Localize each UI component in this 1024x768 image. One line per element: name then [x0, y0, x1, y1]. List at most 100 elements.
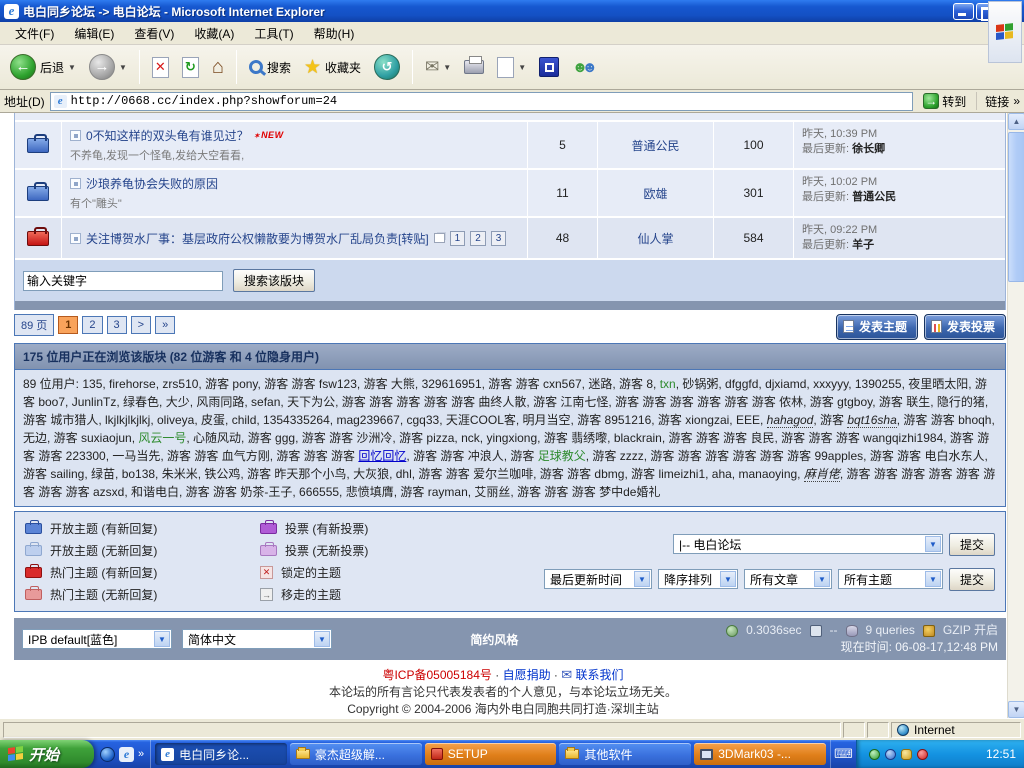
scroll-down-button[interactable]: ▼	[1008, 701, 1024, 718]
go-button[interactable]: → 转到	[918, 92, 971, 111]
setup-task-icon	[431, 748, 443, 760]
dropdown-arrow-icon: ▼	[814, 571, 830, 587]
print-button[interactable]	[460, 58, 488, 76]
security-tray-icon[interactable]	[901, 749, 912, 760]
sort-submit-button[interactable]: 提交	[949, 568, 995, 591]
ie-quicklaunch-icon[interactable]: e	[119, 747, 134, 762]
topic-page-link[interactable]: 2	[470, 231, 486, 246]
new-topic-icon	[843, 320, 854, 333]
messenger-tray-icon[interactable]	[885, 749, 896, 760]
topic-starter-link[interactable]: 普通公民	[631, 137, 679, 154]
task-folder-window[interactable]: 豪杰超级解...	[290, 743, 422, 765]
vertical-scrollbar[interactable]: ▲ ▼	[1007, 113, 1024, 718]
edit-button[interactable]: ▼	[493, 55, 530, 80]
table-bottom-bar	[15, 301, 1005, 310]
replies-count: 48	[527, 218, 597, 258]
menu-favorites[interactable]: 收藏(A)	[185, 22, 243, 45]
task-3dmark-window[interactable]: 3DMark03 -...	[694, 743, 826, 765]
menu-view[interactable]: 查看(V)	[125, 22, 183, 45]
page-content: 0不知这样的双头龟有谁见过？ NEW 不养龟,发现一个怪龟,发给大空看看, 5 …	[0, 113, 1024, 718]
mail-button[interactable]: ✉ ▼	[421, 55, 455, 79]
last-poster-link[interactable]: 徐长卿	[852, 143, 885, 155]
quicklaunch-chevron-icon[interactable]: »	[138, 748, 144, 760]
last-post-jump-icon[interactable]	[70, 178, 81, 189]
topic-page-link[interactable]: 3	[491, 231, 507, 246]
last-post-jump-icon[interactable]	[70, 130, 81, 141]
links-bar[interactable]: 链接 »	[976, 92, 1020, 110]
topic-starter-link[interactable]: 欧雄	[643, 185, 667, 202]
member-link[interactable]: hahagod	[767, 413, 814, 428]
topic-filter-select[interactable]: 所有主题▼	[838, 569, 943, 589]
sort-order-select[interactable]: 降序排列▼	[658, 569, 738, 589]
page-last[interactable]: »	[155, 316, 175, 334]
active-users-header: 175 位用户正在浏览该版块 (82 位游客 和 4 位隐身用户)	[15, 344, 1005, 370]
forum-jump-select[interactable]: |-- 电白论坛▼	[673, 534, 943, 554]
last-post-jump-icon[interactable]	[70, 233, 81, 244]
topic-title-link[interactable]: 关注博贺水厂事：基层政府公权懒散要为博贺水厂乱局负责[转贴]	[86, 230, 429, 247]
internet-zone-icon	[897, 724, 909, 736]
app-shortcut-button[interactable]	[535, 55, 563, 79]
last-poster-link[interactable]: 普通公民	[852, 191, 896, 203]
back-button[interactable]: ← 后退 ▼	[6, 52, 80, 82]
network-tray-icon[interactable]	[869, 749, 880, 760]
favorites-button[interactable]: ★ 收藏夹	[300, 54, 365, 81]
task-forum-window[interactable]: e电白同乡论...	[155, 743, 287, 765]
back-dropdown-icon[interactable]: ▼	[68, 63, 76, 72]
menu-file[interactable]: 文件(F)	[6, 22, 63, 45]
new-poll-button[interactable]: 发表投票	[924, 314, 1006, 340]
mail-dropdown-icon[interactable]: ▼	[443, 63, 451, 72]
language-bar-keyboard-icon[interactable]: ⌨	[830, 740, 856, 768]
dropdown-arrow-icon: ▼	[314, 631, 330, 647]
task-setup-window[interactable]: SETUP	[425, 743, 557, 765]
page-current[interactable]: 1	[58, 316, 78, 334]
skin-select[interactable]: IPB default[蓝色]▼	[22, 629, 172, 649]
scroll-up-button[interactable]: ▲	[1008, 113, 1024, 130]
minimize-button[interactable]	[953, 3, 974, 20]
keyword-input[interactable]	[23, 271, 223, 291]
member-link[interactable]: bqt16sha	[847, 413, 896, 428]
refresh-button[interactable]: ↻	[178, 55, 203, 80]
member-link[interactable]: 风云一号	[138, 431, 186, 445]
topic-title-link[interactable]: 沙琅养龟协会失败的原因	[86, 175, 218, 192]
forward-button[interactable]: → ▼	[85, 52, 131, 82]
page-next[interactable]: >	[131, 316, 151, 334]
contact-link[interactable]: 联系我们	[576, 668, 624, 682]
search-forum-button[interactable]: 搜索该版块	[233, 269, 315, 292]
menu-help[interactable]: 帮助(H)	[305, 22, 364, 45]
new-topic-button[interactable]: 发表主题	[836, 314, 918, 340]
start-button[interactable]: 开始	[0, 740, 94, 768]
forum-jump-submit-button[interactable]: 提交	[949, 533, 995, 556]
page-link[interactable]: 2	[82, 316, 102, 334]
address-input[interactable]: e http://0668.cc/index.php?showforum=24	[50, 92, 914, 111]
post-filter-select[interactable]: 所有文章▼	[744, 569, 832, 589]
last-poster-link[interactable]: 羊子	[852, 239, 874, 251]
edit-dropdown-icon[interactable]: ▼	[518, 63, 526, 72]
stop-button[interactable]: ✕	[148, 55, 173, 80]
sort-key-select[interactable]: 最后更新时间▼	[544, 569, 652, 589]
menu-tools[interactable]: 工具(T)	[245, 22, 302, 45]
messenger-button[interactable]: ☻☻	[568, 57, 601, 78]
member-link[interactable]: 麻肖佬	[804, 467, 840, 482]
links-chevron-icon[interactable]: »	[1013, 94, 1020, 108]
home-button[interactable]: ⌂	[208, 54, 228, 81]
member-link[interactable]: 回忆回忆	[358, 449, 406, 463]
search-button[interactable]: 搜索	[245, 57, 295, 78]
task-software-folder[interactable]: 其他软件	[559, 743, 691, 765]
donate-link[interactable]: 自愿捐助	[503, 668, 551, 682]
replies-count: 11	[527, 170, 597, 216]
menu-edit[interactable]: 编辑(E)	[65, 22, 123, 45]
member-link[interactable]: txn	[660, 377, 676, 391]
favorites-star-icon: ★	[304, 56, 321, 79]
history-button[interactable]: ↺	[370, 52, 404, 82]
topic-starter-link[interactable]: 仙人掌	[637, 230, 673, 247]
alert-tray-icon[interactable]	[917, 749, 928, 760]
page-link[interactable]: 3	[107, 316, 127, 334]
member-link[interactable]: 足球教父	[538, 449, 586, 463]
lofi-version-link[interactable]: 简约风格	[470, 631, 518, 648]
language-select[interactable]: 简体中文▼	[182, 629, 332, 649]
topic-title-link[interactable]: 0不知这样的双头龟有谁见过？	[86, 127, 249, 144]
forward-dropdown-icon[interactable]: ▼	[119, 63, 127, 72]
media-player-icon[interactable]	[100, 747, 115, 762]
scrollbar-thumb[interactable]	[1008, 132, 1024, 282]
topic-page-link[interactable]: 1	[450, 231, 466, 246]
